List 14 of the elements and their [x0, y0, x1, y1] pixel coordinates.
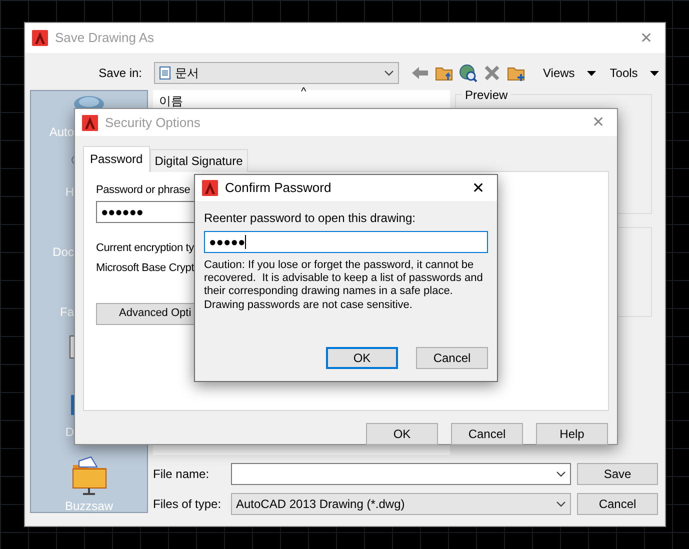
field-label: Reenter password to open this drawing:	[204, 210, 416, 227]
encryption-type-text: Microsoft Base Crypt	[96, 261, 194, 276]
field-label: Files of type:	[153, 496, 222, 513]
caution-text: Caution: If you lose or forget the password, it cannot be recovered. It is advisable to keep a list of passwords and their corresponding drawing names in a safe place. Drawing passwords are not case sensitive.	[204, 259, 484, 312]
window-title: Confirm Password	[225, 179, 332, 198]
window-title: Security Options	[105, 114, 202, 132]
dropdown-value: 문서	[175, 65, 200, 82]
dropdown-value: AutoCAD 2013 Drawing (*.dwg)	[236, 496, 406, 513]
window-title: Save Drawing As	[55, 29, 155, 48]
sort-indicator: ^	[301, 85, 306, 100]
field-label: File name:	[153, 466, 210, 483]
field-label: Current encryption ty	[96, 240, 194, 256]
field-label: Save in:	[98, 65, 142, 82]
field-label: Password or phrase	[96, 183, 190, 198]
